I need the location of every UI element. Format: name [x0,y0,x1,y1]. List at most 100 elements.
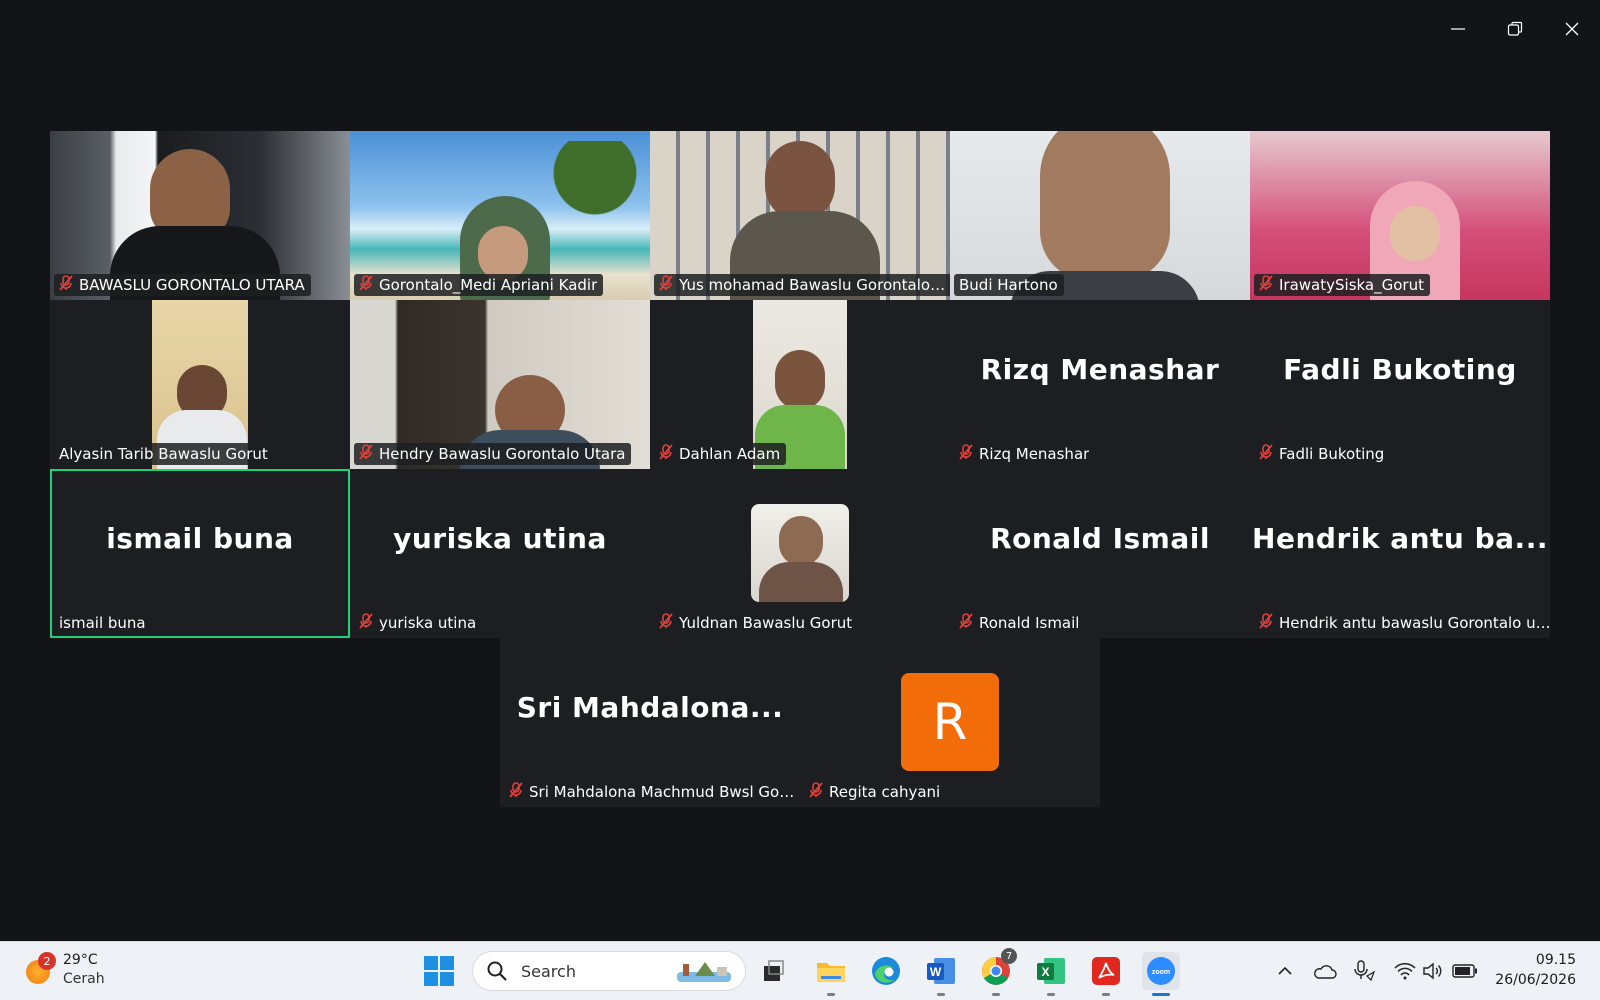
wifi-icon [1394,963,1416,980]
clock[interactable]: 09.15 26/06/2026 [1494,950,1588,992]
onedrive-button[interactable] [1312,958,1338,984]
word-button[interactable]: W [922,952,960,996]
cloud-icon [1314,965,1337,979]
participant-display-name: Sri Mahdalona... [516,691,784,724]
participant-tile[interactable]: R Regita cahyani [800,638,1100,807]
participant-display-name: Rizq Menashar [980,353,1220,386]
participant-tile[interactable]: Budi Hartono [950,131,1250,300]
participant-name-tag: Regita cahyani [804,781,947,803]
zoom-icon: zoom [1147,957,1175,985]
participant-name-tag: Dahlan Adam [654,443,787,465]
participant-name: Sri Mahdalona Machmud Bwsl Gorut [529,783,797,801]
participant-name-tag: Budi Hartono [954,274,1064,296]
participant-name: Dahlan Adam [679,445,781,463]
excel-button[interactable]: X [1032,952,1070,996]
participant-tile[interactable]: IrawatySiska_Gorut [1250,131,1550,300]
volume-button[interactable] [1420,958,1446,984]
folder-icon [817,963,845,982]
windows-taskbar: 2 29°C Cerah Search W 7 X zoom 09.15 26/… [0,941,1600,1000]
participant-tile[interactable]: Dahlan Adam [650,300,950,469]
participant-display-name: yuriska utina [393,522,607,555]
participant-tile[interactable]: Alyasin Tarib Bawaslu Gorut [50,300,350,469]
participant-name: IrawatySiska_Gorut [1279,276,1424,294]
participant-tile-active-speaker[interactable]: ismail buna ismail buna [50,469,350,638]
mic-muted-icon [809,782,823,802]
weather-badge: 2 [38,952,56,970]
mic-muted-icon [1259,275,1273,295]
running-indicator [1047,993,1055,996]
svg-text:zoom: zoom [1152,969,1170,976]
task-view-icon [764,960,784,981]
minimize-button[interactable] [1438,14,1478,44]
mic-muted-icon [959,613,973,633]
running-indicator [992,993,1000,996]
minimize-icon [1451,28,1465,30]
participant-name-tag: Ronald Ismail [954,612,1086,634]
mic-muted-icon [359,613,373,633]
svg-text:W: W [930,965,942,979]
participant-name-tag: Hendrik antu bawaslu Gorontalo utara [1254,612,1550,634]
mic-muted-icon [659,444,673,464]
close-button[interactable] [1552,14,1592,44]
search-placeholder: Search [521,961,576,981]
participant-tile[interactable]: Yuldnan Bawaslu Gorut [650,469,950,638]
windows-logo-icon [424,956,454,986]
participant-tile[interactable]: Hendry Bawaslu Gorontalo Utara [350,300,650,469]
edge-button[interactable] [867,952,905,990]
mic-muted-icon [1259,613,1273,633]
participant-name: Regita cahyani [829,783,941,801]
participant-name-tag: Alyasin Tarib Bawaslu Gorut [54,443,274,465]
microphone-in-use-button[interactable] [1352,958,1378,984]
chrome-button[interactable]: 7 [977,948,1017,996]
running-indicator [827,993,835,996]
acrobat-icon [1092,957,1120,985]
task-view-button[interactable] [754,952,792,990]
participant-display-name: Ronald Ismail [990,522,1210,555]
wifi-button[interactable] [1392,958,1418,984]
search-icon [487,961,507,981]
participant-tile[interactable]: Ronald Ismail Ronald Ismail [950,469,1250,638]
excel-icon: X [1037,958,1065,984]
weather-condition: Cerah [63,971,105,987]
participant-tile[interactable]: yuriska utina yuriska utina [350,469,650,638]
mic-muted-icon [1259,444,1273,464]
participant-name-tag: ismail buna [54,612,152,634]
chrome-badge: 7 [1001,948,1017,964]
zoom-button[interactable]: zoom [1142,952,1180,996]
show-hidden-icons-button[interactable] [1272,958,1298,984]
participant-tile[interactable]: Fadli Bukoting Fadli Bukoting [1250,300,1550,469]
weather-widget[interactable]: 2 29°C Cerah [22,950,122,992]
participant-name: Rizq Menashar [979,445,1090,463]
mic-muted-icon [959,444,973,464]
participant-display-name: Fadli Bukoting [1283,353,1517,386]
participant-tile[interactable]: Yus mohamad Bawaslu Gorontalo ut... [650,131,950,300]
gallery-grid: BAWASLU GORONTALO UTARA Gorontalo_Medi A… [50,131,1552,807]
close-icon [1565,22,1579,36]
avatar-initial: R [901,673,999,771]
battery-button[interactable] [1452,958,1478,984]
participant-tile[interactable]: Sri Mahdalona... Sri Mahdalona Machmud B… [500,638,800,807]
participant-name-tag: IrawatySiska_Gorut [1254,274,1430,296]
participant-name-tag: Yuldnan Bawaslu Gorut [654,612,859,634]
mic-muted-icon [659,275,673,295]
participant-tile[interactable]: BAWASLU GORONTALO UTARA [50,131,350,300]
mic-muted-icon [359,444,373,464]
avatar-letter: R [932,693,968,751]
participant-name-tag: BAWASLU GORONTALO UTARA [54,274,311,296]
restore-button[interactable] [1495,14,1535,44]
participant-tile[interactable]: Hendrik antu ba... Hendrik antu bawaslu … [1250,469,1550,638]
participant-tile[interactable]: Gorontalo_Medi Apriani Kadir [350,131,650,300]
participant-name: BAWASLU GORONTALO UTARA [79,276,305,294]
participant-display-name: ismail buna [106,522,294,555]
acrobat-button[interactable] [1087,952,1125,996]
running-indicator [937,993,945,996]
active-app-indicator [1152,993,1170,996]
file-explorer-button[interactable] [812,952,850,996]
profile-photo [751,504,849,602]
start-button[interactable] [420,952,458,990]
participant-name: Gorontalo_Medi Apriani Kadir [379,276,598,294]
participant-name: Yus mohamad Bawaslu Gorontalo ut... [679,276,947,294]
participant-tile[interactable]: Rizq Menashar Rizq Menashar [950,300,1250,469]
taskbar-search[interactable]: Search [472,951,746,991]
participant-name: Budi Hartono [959,276,1058,294]
